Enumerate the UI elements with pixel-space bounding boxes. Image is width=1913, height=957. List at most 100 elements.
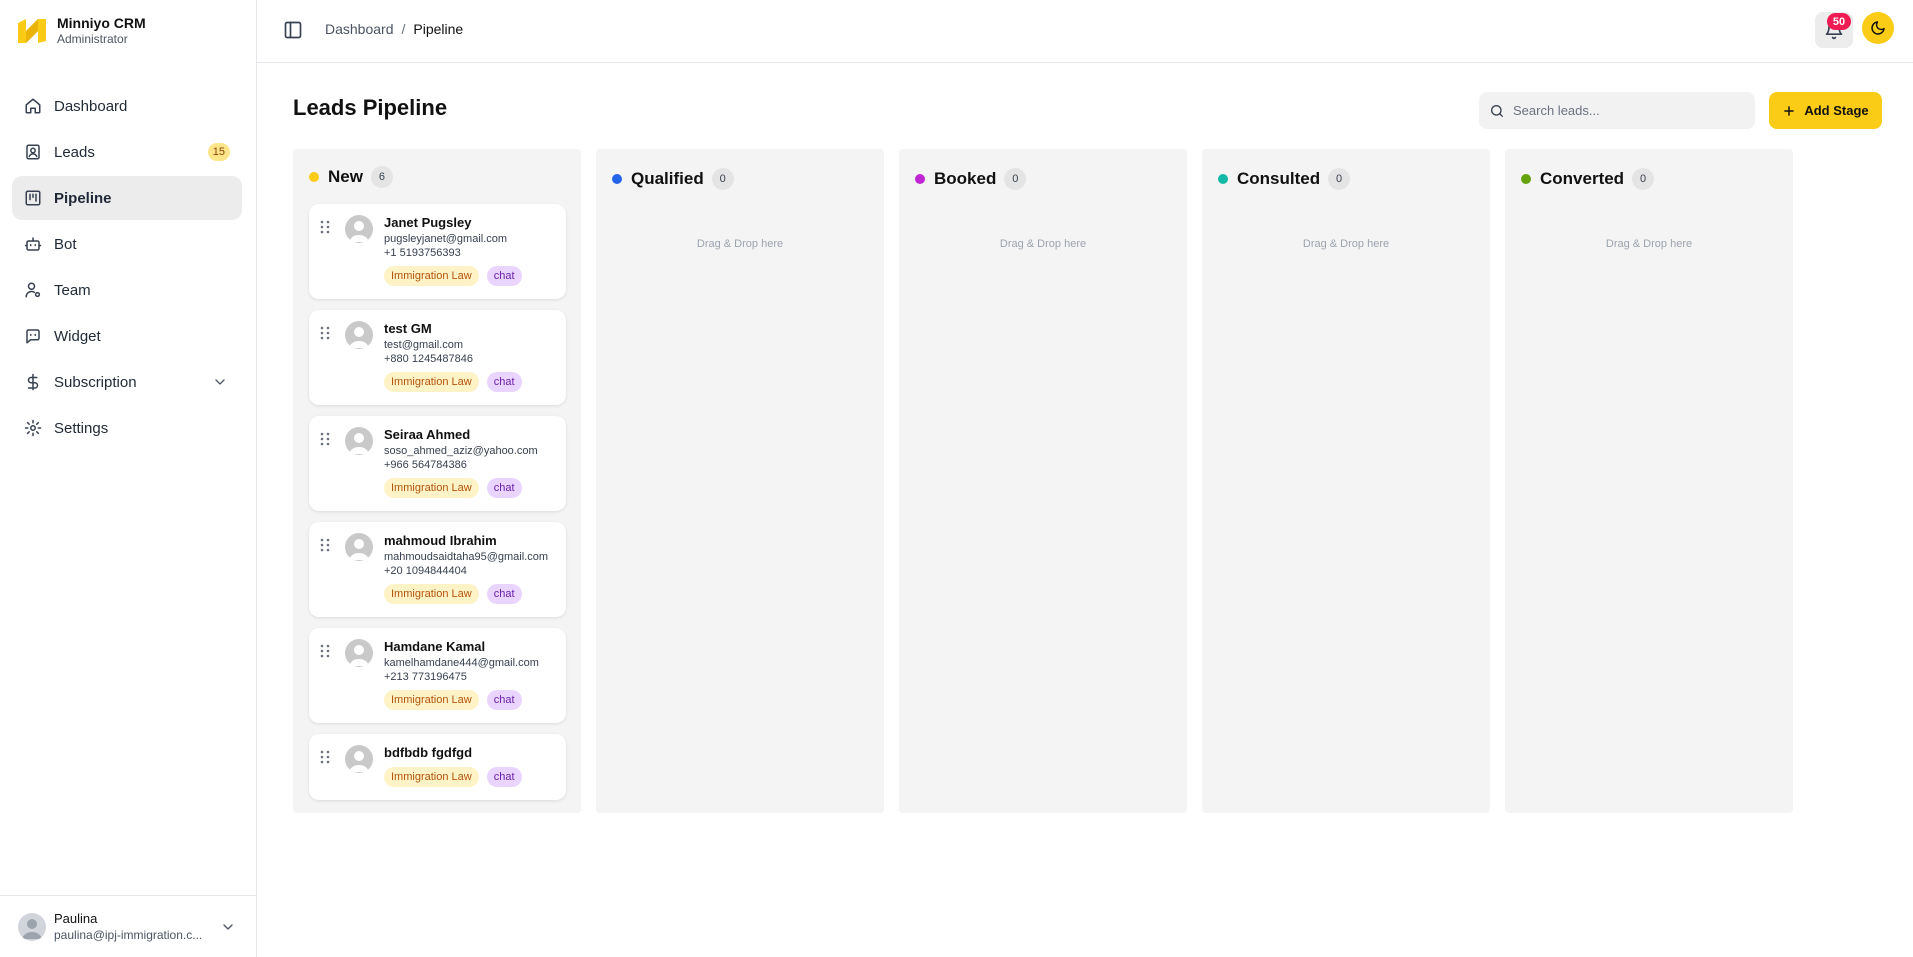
lead-email: mahmoudsaidtaha95@gmail.com [384,551,549,563]
sidebar: Minniyo CRM Administrator Dashboard Lead… [0,0,257,957]
breadcrumb: Dashboard / Pipeline [325,21,463,37]
search-box [1479,92,1755,129]
leads-count-badge: 15 [207,143,230,161]
drop-zone-hint: Drag & Drop here [1605,238,1693,250]
source-tag: chat [486,584,522,604]
drag-handle-icon[interactable] [320,644,330,658]
drag-handle-icon[interactable] [320,538,330,552]
stage-column-consulted[interactable]: Consulted 0 Drag & Drop here [1202,149,1490,813]
moon-icon [1871,21,1885,35]
practice-area-tag: Immigration Law [384,690,479,710]
sidebar-item-pipeline[interactable]: Pipeline [12,176,242,220]
drop-zone-hint: Drag & Drop here [696,238,784,250]
lead-name: mahmoud Ibrahim [384,533,497,548]
stage-color-dot [915,174,925,184]
lead-name: Janet Pugsley [384,215,472,230]
sidebar-item-label: Pipeline [54,189,112,207]
drag-handle-icon[interactable] [320,326,330,340]
sidebar-item-label: Widget [54,327,101,345]
chevron-down-icon[interactable] [212,374,228,390]
stage-header: Qualified 0 [612,168,734,190]
drag-handle-icon[interactable] [320,220,330,234]
drag-handle-icon[interactable] [320,750,330,764]
bot-icon [24,235,42,253]
sidebar-item-bot[interactable]: Bot [12,222,242,266]
sidebar-item-label: Subscription [54,373,137,391]
lead-card[interactable]: Janet Pugsley pugsleyjanet@gmail.com +1 5… [309,204,566,299]
lead-email: test@gmail.com [384,339,464,351]
stage-column-booked[interactable]: Booked 0 Drag & Drop here [899,149,1187,813]
home-icon [24,97,42,115]
lead-card-body: bdfbdb fgdfgd Immigration Law chat [384,745,558,787]
contact-icon [24,143,42,161]
stage-header: Consulted 0 [1218,168,1351,190]
stage-title: Qualified [631,169,704,188]
lead-tags: Immigration Law chat [384,767,558,787]
sidebar-item-widget[interactable]: Widget [12,314,242,358]
theme-toggle-button[interactable] [1862,12,1894,44]
search-input[interactable] [1513,103,1743,118]
sidebar-item-dashboard[interactable]: Dashboard [12,84,242,128]
avatar [345,427,373,455]
lead-card-body: mahmoud Ibrahim mahmoudsaidtaha95@gmail.… [384,533,558,604]
sidebar-toggle-icon[interactable] [283,20,303,40]
drag-handle-icon[interactable] [320,432,330,446]
lead-card[interactable]: test GM test@gmail.com +880 1245487846 Im… [309,310,566,405]
lead-card-body: test GM test@gmail.com +880 1245487846 Im… [384,321,558,392]
lead-tags: Immigration Law chat [384,478,558,498]
stage-count-badge: 0 [711,168,734,190]
avatar [345,215,373,243]
add-stage-button[interactable]: Add Stage [1769,92,1882,129]
pipeline-board: New 6 Janet Pugsley pugsleyjanet@gmail.c… [293,149,1808,813]
stage-count-badge: 0 [1328,168,1351,190]
stage-count-badge: 0 [1004,168,1027,190]
lead-tags: Immigration Law chat [384,690,558,710]
stage-header: New 6 [309,166,393,188]
user-gear-icon [24,281,42,299]
sidebar-item-leads[interactable]: Leads 15 [12,130,242,174]
brand[interactable]: Minniyo CRM Administrator [16,12,146,50]
stage-count-badge: 6 [370,166,393,188]
lead-card-body: Hamdane Kamal kamelhamdane444@gmail.com +… [384,639,558,710]
lead-card[interactable]: Hamdane Kamal kamelhamdane444@gmail.com +… [309,628,566,723]
sidebar-item-subscription[interactable]: Subscription [12,360,242,404]
lead-phone: +880 1245487846 [384,353,474,365]
lead-phone: +20 1094844404 [384,565,467,577]
stage-title: Consulted [1237,169,1321,188]
plus-icon [1784,105,1795,116]
user-menu[interactable]: Paulina paulina@ipj-immigration.c... [0,895,256,957]
lead-phone: +1 5193756393 [384,247,461,259]
breadcrumb-separator: / [401,21,406,37]
lead-card[interactable]: bdfbdb fgdfgd Immigration Law chat [309,734,566,800]
lead-email: pugsleyjanet@gmail.com [384,233,508,245]
lead-card-body: Janet Pugsley pugsleyjanet@gmail.com +1 5… [384,215,558,286]
kanban-icon [24,189,42,207]
lead-tags: Immigration Law chat [384,266,558,286]
breadcrumb-dashboard-link[interactable]: Dashboard [325,21,394,37]
avatar [345,533,373,561]
stage-color-dot [309,172,319,182]
brand-name: Minniyo CRM [57,15,146,31]
page-title: Leads Pipeline [293,95,448,120]
lead-card-list: Janet Pugsley pugsleyjanet@gmail.com +1 5… [309,204,566,811]
lead-card[interactable]: Seiraa Ahmed soso_ahmed_aziz@yahoo.com +9… [309,416,566,511]
drop-zone-hint: Drag & Drop here [999,238,1087,250]
stage-column-new[interactable]: New 6 Janet Pugsley pugsleyjanet@gmail.c… [293,149,581,813]
stage-count-badge: 0 [1632,168,1655,190]
stage-color-dot [612,174,622,184]
stage-column-converted[interactable]: Converted 0 Drag & Drop here [1505,149,1793,813]
source-tag: chat [486,690,522,710]
stage-color-dot [1521,174,1531,184]
practice-area-tag: Immigration Law [384,478,479,498]
stage-column-qualified[interactable]: Qualified 0 Drag & Drop here [596,149,884,813]
sidebar-item-settings[interactable]: Settings [12,406,242,450]
sidebar-item-team[interactable]: Team [12,268,242,312]
lead-card[interactable]: mahmoud Ibrahim mahmoudsaidtaha95@gmail.… [309,522,566,617]
stage-header: Converted 0 [1521,168,1655,190]
lead-name: Seiraa Ahmed [384,427,471,442]
sidebar-nav: Dashboard Leads 15 Pipeline Bot Team Wid… [12,84,242,452]
brand-logo-icon [18,19,46,43]
chevron-down-icon[interactable] [220,919,236,935]
stage-color-dot [1218,174,1228,184]
lead-phone: +213 773196475 [384,671,467,683]
